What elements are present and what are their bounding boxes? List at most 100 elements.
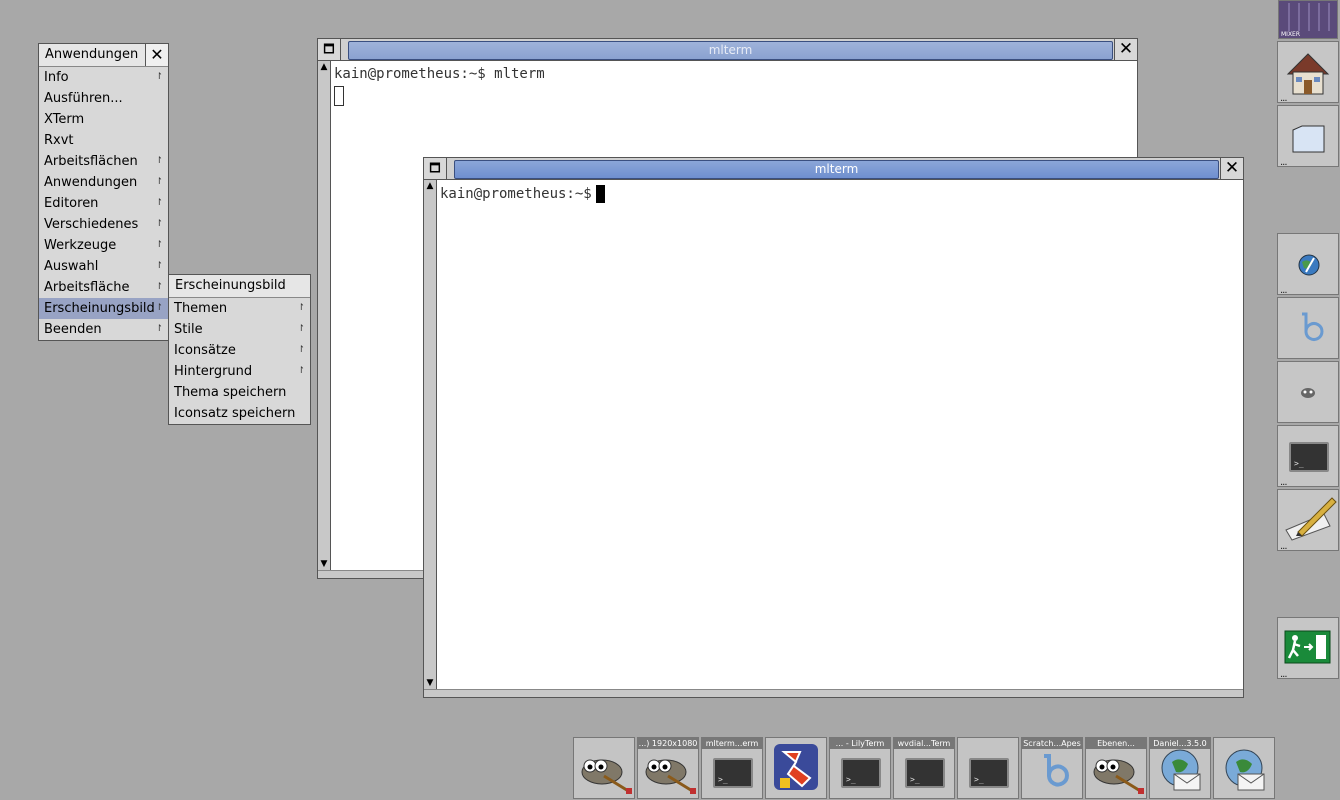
submenu-arrow-icon: ↾ (155, 219, 163, 229)
dock-dots: ... (1280, 541, 1287, 552)
taskbar-item[interactable]: ...) 1920x1080 (637, 737, 699, 799)
app-icon (766, 738, 826, 798)
taskbar-item[interactable]: Scratch...Apes (1021, 737, 1083, 799)
web-browser-icon (1298, 254, 1320, 276)
text-cursor (595, 185, 605, 203)
scroll-down-icon[interactable]: ▼ (424, 677, 436, 689)
taskbar-item[interactable] (765, 737, 827, 799)
menu-item-label: Ausführen... (44, 91, 123, 106)
menu-item[interactable]: Info ↾ (39, 67, 168, 88)
menu-item-label: Verschiedenes (44, 217, 139, 232)
menu-item[interactable]: Anwendungen ↾ (39, 172, 168, 193)
terminal-window-front[interactable]: 🗖 mlterm ✕ ▲ ▼ kain@prometheus:~$ (423, 157, 1244, 698)
menu-item[interactable]: Verschiedenes ↾ (39, 214, 168, 235)
terminal-output[interactable]: kain@prometheus:~$ (440, 185, 605, 203)
dock-mixer-label: MIXER (1281, 31, 1301, 38)
scroll-up-icon[interactable]: ▲ (424, 180, 436, 192)
menu-item-label: Arbeitsfläche (44, 280, 130, 295)
submenu-arrow-icon: ↾ (155, 156, 163, 166)
menu-item[interactable]: Arbeitsflächen ↾ (39, 151, 168, 172)
menu-item-label: Arbeitsflächen (44, 154, 138, 169)
window-titlebar[interactable]: 🗖 mlterm ✕ (424, 158, 1243, 180)
menu-item[interactable]: Rxvt (39, 130, 168, 151)
window-title[interactable]: mlterm (348, 41, 1113, 60)
taskbar-item[interactable] (1213, 737, 1275, 799)
close-icon[interactable]: ✕ (145, 44, 168, 66)
applications-menu: Anwendungen ✕ Info ↾ Ausführen... XTerm Rxvt… (38, 43, 169, 341)
submenu-item[interactable]: Thema speichern (169, 382, 310, 403)
menu-item-label: Auswahl (44, 259, 99, 274)
submenu-arrow-icon: ↾ (155, 72, 163, 82)
submenu-arrow-icon: ↾ (155, 198, 163, 208)
scroll-down-icon[interactable]: ▼ (318, 558, 330, 570)
terminal-output[interactable]: kain@prometheus:~$ mlterm (334, 66, 545, 82)
menu-item[interactable]: Ausführen... (39, 88, 168, 109)
home-icon (1286, 53, 1330, 95)
dock-web-browser[interactable]: ... (1277, 233, 1339, 296)
menu-item-label: Editoren (44, 196, 99, 211)
menu-title-label: Anwendungen (45, 47, 139, 62)
minimize-button[interactable]: 🗖 (318, 39, 341, 60)
gimp-icon (574, 738, 634, 798)
scrollbar[interactable]: ▲ ▼ (424, 180, 437, 689)
text-editor-icon (1285, 497, 1337, 541)
gimp-icon (1086, 738, 1146, 798)
submenu-arrow-icon: ↾ (297, 303, 305, 313)
close-button[interactable]: ✕ (1220, 158, 1243, 179)
taskbar-item[interactable]: >_ (957, 737, 1019, 799)
dock-exit[interactable]: ... (1277, 617, 1339, 680)
submenu-title[interactable]: Erscheinungsbild (169, 275, 310, 298)
terminal-icon: >_ (958, 738, 1018, 798)
scroll-up-icon[interactable]: ▲ (318, 61, 330, 73)
window-titlebar[interactable]: 🗖 mlterm ✕ (318, 39, 1137, 61)
menu-item[interactable]: Beenden ↾ (39, 319, 168, 340)
dock-mixer[interactable]: MIXER (1278, 0, 1338, 39)
taskbar-item[interactable]: mlterm...erm >_ (701, 737, 763, 799)
dock-dots: ... (1280, 93, 1287, 104)
window-title[interactable]: mlterm (454, 160, 1219, 179)
taskbar-item[interactable]: wvdial...Term >_ (893, 737, 955, 799)
window-resize-bar[interactable] (424, 689, 1243, 697)
submenu-item-label: Hintergrund (174, 364, 253, 379)
close-button[interactable]: ✕ (1114, 39, 1137, 60)
taskbar-item[interactable]: Daniel...3.5.0 (1149, 737, 1211, 799)
terminal-icon: >_ (894, 738, 954, 798)
terminal-line: kain@prometheus:~$ mlterm (334, 66, 545, 82)
terminal-icon: >_ (830, 738, 890, 798)
submenu-item-label: Iconsatz speichern (174, 406, 296, 421)
scrollbar[interactable]: ▲ ▼ (318, 61, 331, 570)
dock-gimp[interactable] (1277, 361, 1339, 423)
taskbar-item[interactable] (573, 737, 635, 799)
minimize-button[interactable]: 🗖 (424, 158, 447, 179)
dock-dots: ... (1280, 285, 1287, 296)
terminal-icon: >_ (1289, 442, 1329, 472)
dock-folder[interactable]: ... (1277, 105, 1339, 168)
menu-item[interactable]: Editoren ↾ (39, 193, 168, 214)
terminal-prompt: kain@prometheus:~$ (440, 186, 592, 202)
menu-item[interactable]: Arbeitsfläche ↾ (39, 277, 168, 298)
menu-title[interactable]: Anwendungen ✕ (39, 44, 168, 67)
menu-item-label: Werkzeuge (44, 238, 117, 253)
taskbar-item[interactable]: ... - LilyTerm >_ (829, 737, 891, 799)
menu-item[interactable]: Werkzeuge ↾ (39, 235, 168, 256)
dock-blender[interactable] (1277, 297, 1339, 359)
menu-item[interactable]: Erscheinungsbild ↾ (39, 298, 168, 319)
menu-item-label: Info (44, 70, 69, 85)
submenu-items: Themen ↾ Stile ↾ Iconsätze ↾ Hintergrund ↾ Thema… (169, 298, 310, 424)
dock-terminal[interactable]: >_ ... (1277, 425, 1339, 488)
submenu-arrow-icon: ↾ (155, 177, 163, 187)
submenu-item[interactable]: Iconsätze ↾ (169, 340, 310, 361)
taskbar-item[interactable]: Ebenen... (1085, 737, 1147, 799)
submenu-item[interactable]: Stile ↾ (169, 319, 310, 340)
submenu-item[interactable]: Iconsatz speichern (169, 403, 310, 424)
dock-dots: ... (1280, 669, 1287, 680)
menu-item-label: Beenden (44, 322, 102, 337)
dock-text-editor[interactable]: ... (1277, 489, 1339, 552)
menu-item[interactable]: XTerm (39, 109, 168, 130)
submenu-item[interactable]: Themen ↾ (169, 298, 310, 319)
submenu-item[interactable]: Hintergrund ↾ (169, 361, 310, 382)
submenu-arrow-icon: ↾ (155, 240, 163, 250)
dock-dots: ... (1280, 477, 1287, 488)
menu-item[interactable]: Auswahl ↾ (39, 256, 168, 277)
dock-home[interactable]: ... (1277, 41, 1339, 104)
